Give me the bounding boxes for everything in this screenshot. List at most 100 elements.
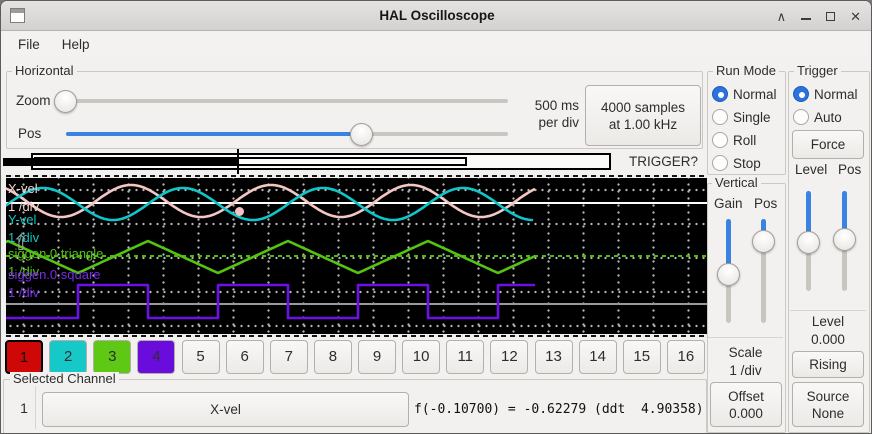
channel-button-7[interactable]: 7 (270, 340, 308, 374)
time-per-div-value: 500 ms (519, 97, 579, 114)
gain-slider-label: Gain (714, 196, 743, 211)
run-mode-frame-label: Run Mode (713, 64, 779, 78)
scope-label-x-vel: X-vel (8, 181, 38, 196)
zoom-slider-track[interactable] (56, 99, 508, 103)
trigger-status-text: TRIGGER? (629, 154, 698, 169)
channel-button-15[interactable]: 15 (623, 340, 661, 374)
channel-source-name: X-vel (210, 401, 241, 418)
channel-button-6[interactable]: 6 (226, 340, 264, 374)
record-fill-bar (3, 158, 238, 166)
trigger-frame-label: Trigger (794, 64, 841, 78)
titlebar: HAL Oscilloscope ∧ ✕ (1, 1, 872, 31)
record-trigger-position-marker (237, 149, 239, 174)
run-mode-option-single-radio-icon[interactable] (712, 109, 728, 125)
selected-channel-frame-label: Selected Channel (10, 372, 119, 386)
minimize-icon[interactable] (801, 18, 811, 20)
scope-traces (6, 178, 707, 334)
zoom-slider-label: Zoom (16, 93, 51, 108)
trigger-level-slider-handle[interactable] (797, 231, 820, 254)
samples-count: 4000 samples (601, 99, 685, 116)
offset-value: 0.000 (729, 405, 763, 422)
vertical-pos-slider-handle[interactable] (752, 230, 775, 253)
offset-button[interactable]: Offset 0.000 (710, 382, 782, 427)
scope-bottom-edge (6, 335, 707, 337)
menu-file[interactable]: File (7, 33, 51, 56)
scope-top-edge (6, 175, 707, 177)
trigger-point-marker (235, 207, 244, 216)
trigger-option-normal[interactable]: Normal (793, 83, 858, 105)
horizontal-frame-label: Horizontal (12, 64, 77, 78)
run-mode-option-single[interactable]: Single (712, 106, 771, 128)
trigger-option-auto[interactable]: Auto (793, 106, 842, 128)
channel-value-readout: f(-0.10700) = -0.62279 (ddt 4.90358) (414, 402, 704, 417)
trigger-option-normal-label: Normal (814, 87, 858, 102)
channel-button-11[interactable]: 11 (446, 340, 484, 374)
channel-button-9[interactable]: 9 (358, 340, 396, 374)
time-per-div-unit: per div (519, 114, 579, 131)
trigger-level-value: 0.000 (788, 332, 868, 347)
run-mode-option-roll[interactable]: Roll (712, 129, 756, 151)
zoom-slider-handle[interactable] (54, 90, 77, 113)
channel-button-14[interactable]: 14 (579, 340, 617, 374)
run-mode-option-stop[interactable]: Stop (712, 152, 761, 174)
trigger-option-auto-radio-icon[interactable] (793, 109, 809, 125)
channel-button-13[interactable]: 13 (535, 340, 573, 374)
trigger-pos-slider-handle[interactable] (833, 228, 856, 251)
vertical-pos-slider-label: Pos (754, 196, 777, 211)
trigger-edge-label: Rising (809, 356, 847, 373)
scale-caption: Scale (707, 345, 784, 360)
run-mode-option-normal-radio-icon[interactable] (712, 86, 728, 102)
trigger-option-auto-label: Auto (814, 110, 842, 125)
scope-scale-siggen.0.square: 1 /div (8, 285, 39, 300)
run-mode-option-roll-radio-icon[interactable] (712, 132, 728, 148)
channel-button-16[interactable]: 16 (667, 340, 705, 374)
channel-source-button[interactable]: X-vel (42, 392, 409, 427)
pos-slider-handle[interactable] (350, 123, 373, 146)
channel-button-4[interactable]: 4 (137, 340, 175, 374)
channel-button-row: 12345678910111213141516 (5, 340, 705, 374)
force-button[interactable]: Force (792, 130, 864, 159)
time-per-div: 500 ms per div (519, 97, 579, 131)
maximize-icon[interactable] (826, 12, 835, 21)
force-button-label: Force (811, 136, 846, 153)
menu-help[interactable]: Help (51, 33, 101, 56)
window-title: HAL Oscilloscope (1, 1, 872, 31)
vertical-separator (708, 337, 783, 338)
trace-y-vel (6, 188, 532, 220)
trigger-level-slider-label: Level (795, 162, 827, 177)
scale-value: 1 /div (707, 363, 784, 378)
trigger-source-button[interactable]: Source None (792, 382, 864, 427)
channel-button-12[interactable]: 12 (490, 340, 528, 374)
offset-label: Offset (728, 388, 764, 405)
channel-button-1[interactable]: 1 (5, 340, 43, 374)
run-mode-option-single-label: Single (733, 110, 771, 125)
samples-button[interactable]: 4000 samples at 1.00 kHz (585, 85, 701, 146)
channel-button-8[interactable]: 8 (314, 340, 352, 374)
scope-label-siggen.0.square: siggen.0.square (8, 267, 101, 282)
trigger-option-normal-radio-icon[interactable] (793, 86, 809, 102)
close-icon[interactable]: ✕ (850, 10, 861, 23)
run-mode-option-normal[interactable]: Normal (712, 83, 777, 105)
trace-siggen.0.square (6, 285, 534, 318)
run-mode-option-roll-label: Roll (733, 133, 756, 148)
selected-channel-number: 1 (15, 400, 33, 416)
trigger-pos-slider-label: Pos (838, 162, 861, 177)
channel-button-5[interactable]: 5 (182, 340, 220, 374)
shade-icon[interactable]: ∧ (777, 10, 787, 23)
scope-display[interactable]: X-vel1 /divY-vel1 /divsiggen.0.triangle1… (6, 178, 707, 334)
gain-slider-handle[interactable] (717, 263, 740, 286)
window-controls: ∧ ✕ (777, 1, 861, 31)
channel-button-10[interactable]: 10 (402, 340, 440, 374)
scope-label-y-vel: Y-vel (8, 212, 36, 227)
menubar: File Help (1, 31, 872, 58)
trigger-source-label: Source (807, 388, 850, 405)
channel-button-3[interactable]: 3 (93, 340, 131, 374)
app-window: HAL Oscilloscope ∧ ✕ File Help Horizonta… (0, 0, 872, 434)
selected-channel-separator (35, 383, 36, 429)
run-mode-option-stop-radio-icon[interactable] (712, 155, 728, 171)
vertical-frame-label: Vertical (712, 176, 761, 190)
pos-slider-label: Pos (18, 126, 41, 141)
trigger-edge-button[interactable]: Rising (792, 351, 864, 378)
channel-button-2[interactable]: 2 (49, 340, 87, 374)
run-mode-option-normal-label: Normal (733, 87, 777, 102)
